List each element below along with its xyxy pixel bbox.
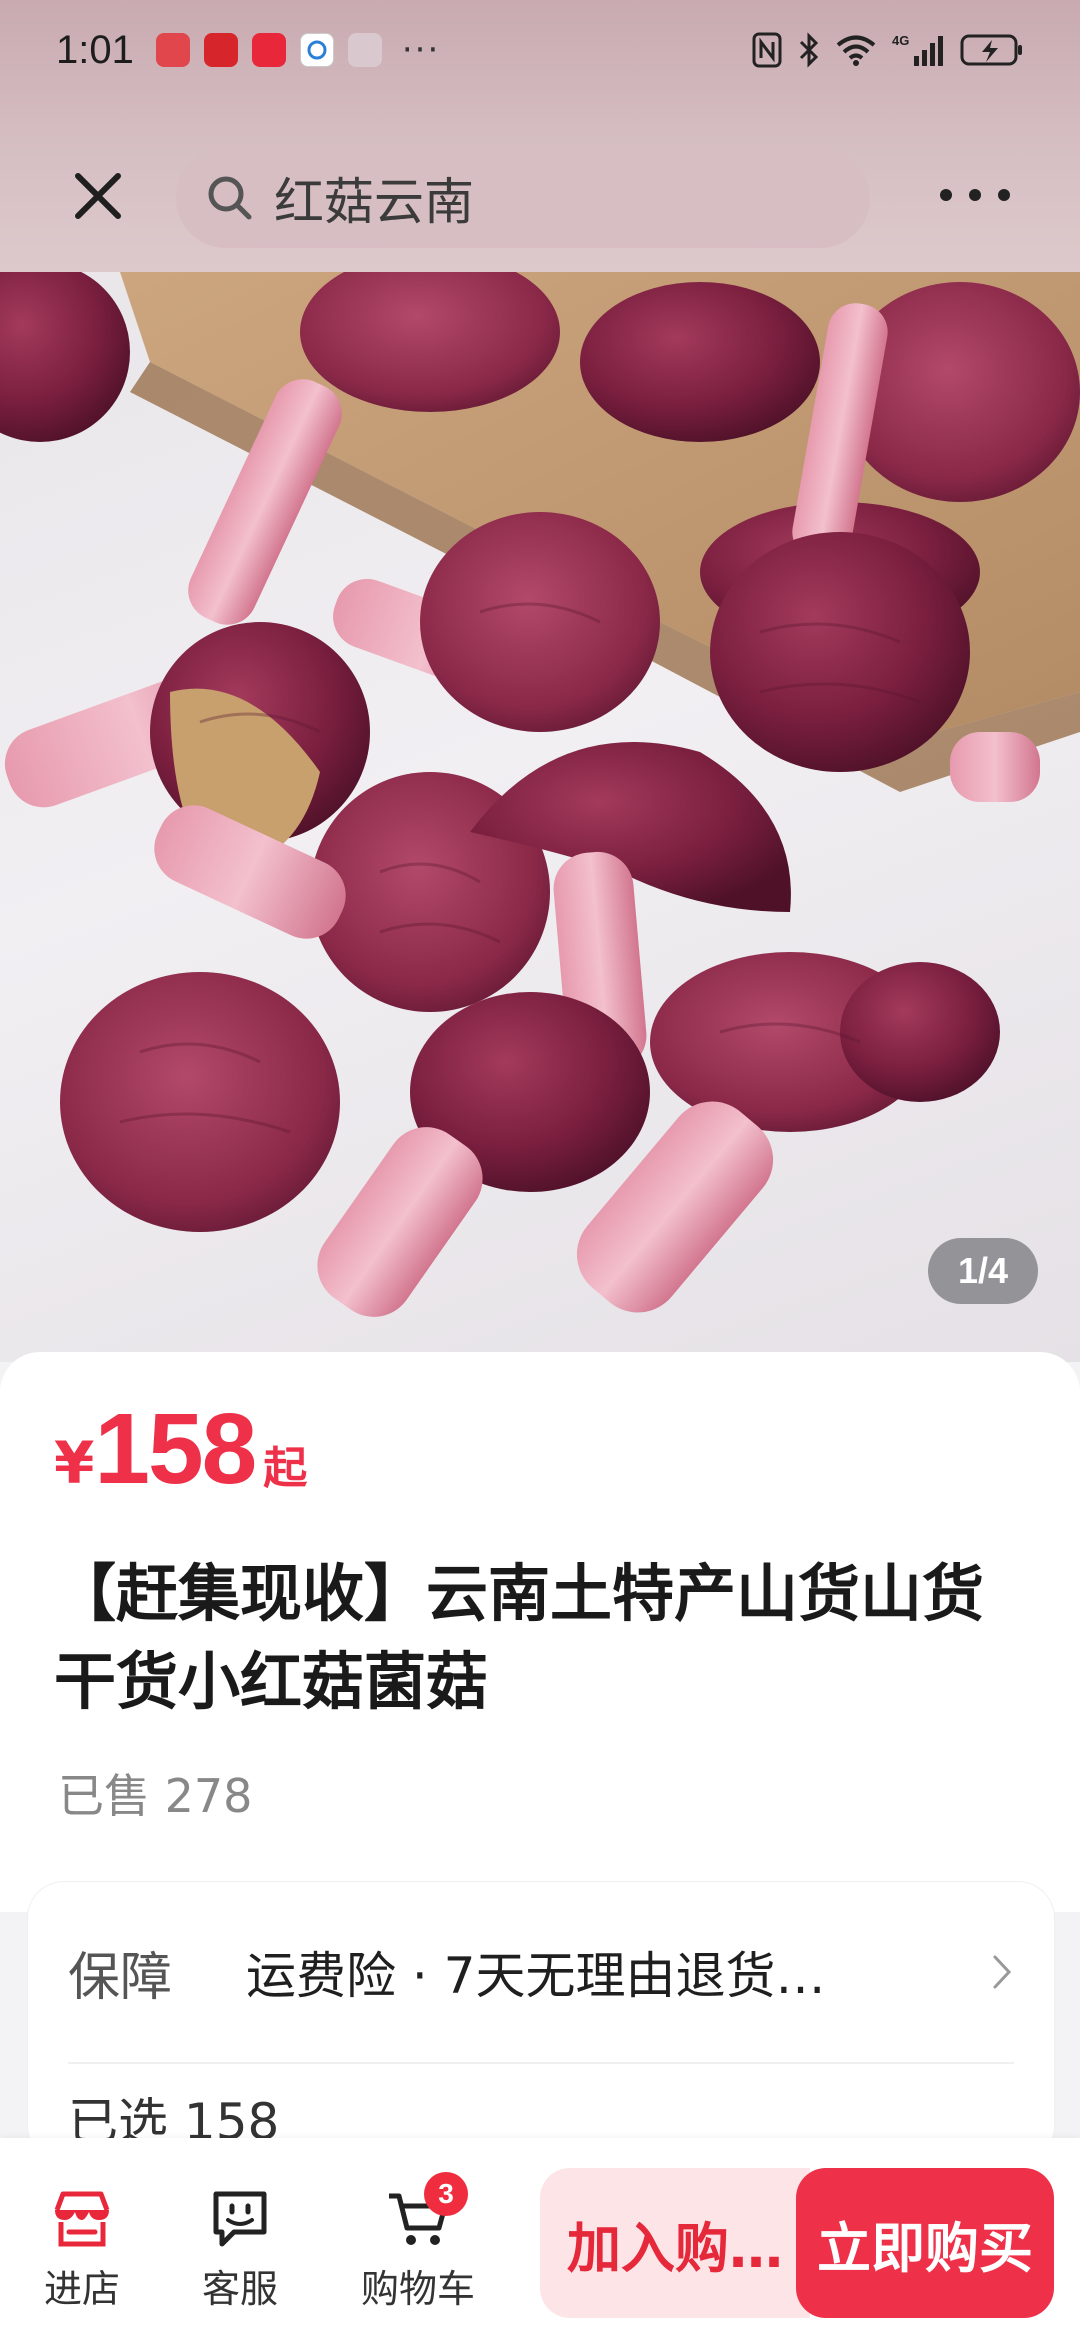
cart-count-badge: 3 [424, 2172, 468, 2216]
buy-now-button[interactable]: 立即购买 [796, 2168, 1054, 2318]
customer-service-button[interactable]: 客服 [170, 2188, 310, 2313]
search-query-text: 红菇云南 [274, 173, 474, 231]
search-icon [208, 176, 252, 220]
sold-count: 已售 278 [58, 1769, 253, 1823]
price-currency: ¥ [54, 1429, 95, 1497]
chat-bubble-icon [213, 2191, 267, 2247]
bottom-action-bar: 进店 客服 3 购物车 加入购… 立即购买 [0, 2138, 1080, 2340]
customer-service-label: 客服 [201, 2267, 278, 2311]
avatar-notification-icon [347, 33, 382, 67]
guarantee-value: 运费险 · 7天无理由退货… [246, 1947, 826, 2005]
price-suffix: 起 [263, 1443, 308, 1494]
status-more-indicator: ··· [401, 30, 441, 70]
cart-label: 购物车 [360, 2267, 475, 2311]
status-time: 1:01 [56, 27, 134, 72]
cart-button[interactable]: 3 购物车 [348, 2172, 488, 2313]
shop-label: 进店 [43, 2267, 120, 2311]
product-info-card: ¥ 158 起 【赶集现收】云南土特产山货山货干货小红菇菌菇 已售 278 [0, 1352, 1080, 1912]
more-dot-icon [969, 189, 981, 201]
wifi-icon [836, 35, 876, 66]
nfc-icon [752, 32, 782, 68]
browser-notification-icon [299, 33, 334, 67]
guarantee-label: 保障 [68, 1947, 173, 2008]
product-image-gallery[interactable]: 1/4 [0, 272, 1080, 1362]
shop-button[interactable]: 进店 [12, 2188, 152, 2313]
more-dot-icon [998, 189, 1010, 201]
guarantee-row[interactable]: 保障 运费险 · 7天无理由退货… [68, 1882, 1014, 2062]
chevron-right-icon [993, 1955, 1012, 1989]
shop-icon [54, 2191, 110, 2247]
add-to-cart-button[interactable]: 加入购… [540, 2168, 810, 2318]
price: ¥ 158 起 [54, 1392, 307, 1507]
status-bar: 1:01 ··· 4G [0, 0, 1080, 100]
price-value: 158 [94, 1393, 257, 1505]
search-input[interactable]: 红菇云南 [176, 148, 870, 248]
bluetooth-icon [799, 32, 819, 68]
status-notification-icons: ··· [155, 30, 441, 70]
guarantee-card: 保障 运费险 · 7天无理由退货… 已选 158 [28, 1882, 1054, 2162]
svg-text:4G: 4G [892, 33, 909, 48]
more-dot-icon [940, 189, 952, 201]
battery-icon [960, 34, 1022, 66]
product-title: 【赶集现收】云南土特产山货山货干货小红菇菌菇 [54, 1557, 985, 1718]
close-button[interactable] [68, 166, 128, 226]
more-options-button[interactable] [940, 180, 1010, 210]
image-counter-badge: 1/4 [927, 1238, 1038, 1304]
close-icon [75, 173, 121, 219]
divider [68, 2062, 1014, 2064]
status-system-icons: 4G [752, 32, 1024, 68]
product-photo-red-mushrooms [0, 272, 1080, 1317]
app-notification-icon [155, 33, 190, 67]
cellular-signal-icon: 4G [892, 33, 943, 66]
search-row: 红菇云南 [0, 140, 1080, 252]
huawei-notification-icon [203, 33, 238, 67]
shop-notification-icon [251, 33, 286, 67]
